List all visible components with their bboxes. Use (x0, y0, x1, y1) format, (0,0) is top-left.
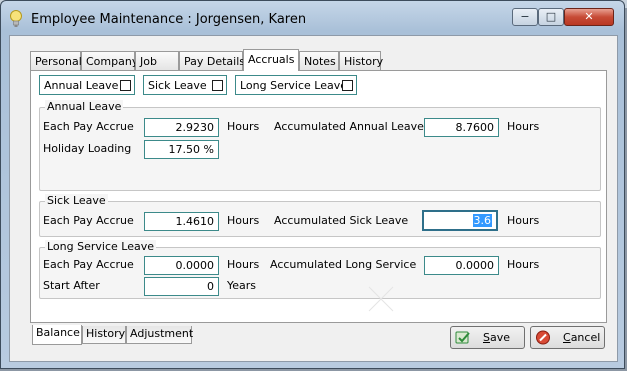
start-after-label: Start After (43, 279, 100, 292)
save-icon (455, 331, 470, 344)
tab-label: Adjustment (130, 327, 194, 340)
annual-leave-group: Annual Leave Each Pay Accrue 2.9230 Hour… (39, 100, 601, 191)
tab-label: Pay Details (184, 55, 246, 68)
accumulated-long-service-label: Accumulated Long Service (270, 258, 417, 271)
lightbulb-icon (10, 10, 22, 27)
tab-label: Notes (304, 55, 336, 68)
accumulated-sick-leave-label: Accumulated Sick Leave (274, 214, 409, 227)
sick-each-pay-accrue-field[interactable]: 1.4610 (144, 212, 219, 231)
long-service-leave-checkbox-label: Long Service Leave (240, 79, 347, 92)
accumulated-annual-leave-label: Accumulated Annual Leave (274, 120, 424, 133)
holiday-loading-field[interactable]: 17.50 % (144, 140, 219, 159)
tab-label: History (344, 55, 384, 68)
close-icon: ✕ (584, 10, 594, 23)
close-button[interactable]: ✕ (564, 8, 614, 26)
tab-label: Accruals (248, 53, 295, 66)
long-service-leave-checkbox[interactable]: Long Service Leave (235, 75, 357, 95)
long-service-leave-group: Long Service Leave Each Pay Accrue 0.000… (39, 240, 601, 299)
maximize-icon: □ (545, 10, 557, 23)
tab-pay-details[interactable]: Pay Details (179, 51, 246, 71)
cancel-button[interactable]: Cancel (530, 326, 605, 349)
sick-leave-checkbox-label: Sick Leave (148, 79, 207, 92)
lsl-hours-label: Hours (227, 258, 260, 271)
accumulated-sick-hours-label: Hours (507, 214, 540, 227)
tab-label: Job (140, 55, 157, 68)
tab-label: Company (86, 55, 139, 68)
holiday-loading-label: Holiday Loading (43, 142, 132, 155)
tab-label: Personal (35, 55, 82, 68)
sick-hours-label: Hours (227, 214, 260, 227)
sick-leave-group: Sick Leave Each Pay Accrue 1.4610 Hours … (39, 194, 601, 237)
employee-maintenance-window: Employee Maintenance : Jorgensen, Karen … (0, 0, 625, 369)
annual-leave-checkbox[interactable]: Annual Leave (39, 75, 135, 95)
accumulated-lsl-hours-label: Hours (507, 258, 540, 271)
accruals-tab-page: Annual Leave Sick Leave Long Service Lea… (30, 70, 607, 323)
selected-text: 3.6 (472, 214, 492, 227)
tab-label: History (86, 327, 126, 340)
accumulated-annual-leave-field[interactable]: 8.7600 (424, 118, 499, 137)
window-title: Employee Maintenance : Jorgensen, Karen (31, 12, 307, 27)
save-button-label: Save (483, 331, 511, 344)
start-after-field[interactable]: 0 (144, 277, 219, 296)
checkbox-box-icon[interactable] (212, 80, 223, 91)
sick-each-pay-accrue-label: Each Pay Accrue (43, 214, 134, 227)
cancel-button-label: Cancel (563, 331, 601, 344)
annual-hours-label: Hours (227, 120, 260, 133)
checkbox-box-icon[interactable] (342, 80, 353, 91)
tab-history[interactable]: History (339, 51, 384, 71)
tab-bottom-history[interactable]: History (82, 326, 126, 344)
years-label: Years (227, 279, 257, 292)
tab-label: Balance (36, 326, 80, 339)
checkbox-box-icon[interactable] (120, 80, 131, 91)
annual-each-pay-accrue-label: Each Pay Accrue (43, 120, 134, 133)
accumulated-long-service-field[interactable]: 0.0000 (424, 256, 499, 275)
minimize-button[interactable]: − (512, 8, 538, 26)
annual-leave-checkbox-label: Annual Leave (44, 79, 119, 92)
tab-company[interactable]: Company (81, 51, 139, 71)
tab-balance[interactable]: Balance (32, 325, 82, 345)
dialog-client-area: Personal Company Job Pay Details Accrual… (9, 35, 618, 362)
tab-accruals[interactable]: Accruals (243, 49, 299, 71)
maximize-button[interactable]: □ (538, 8, 564, 26)
cancel-icon (536, 330, 550, 345)
accumulated-annual-hours-label: Hours (507, 120, 540, 133)
accumulated-sick-leave-field[interactable]: 3.6 (422, 210, 498, 231)
tab-personal[interactable]: Personal (30, 51, 82, 71)
annual-each-pay-accrue-field[interactable]: 2.9230 (144, 118, 219, 137)
title-bar[interactable]: Employee Maintenance : Jorgensen, Karen … (1, 1, 624, 35)
tab-job[interactable]: Job (135, 51, 179, 71)
sick-leave-group-title: Sick Leave (45, 194, 108, 207)
faint-cross-mark (368, 286, 394, 312)
long-service-leave-group-title: Long Service Leave (45, 240, 156, 253)
tab-adjustment[interactable]: Adjustment (126, 326, 194, 344)
minimize-icon: − (520, 10, 530, 23)
lsl-each-pay-accrue-label: Each Pay Accrue (43, 258, 134, 271)
save-button[interactable]: Save (450, 326, 525, 349)
lsl-each-pay-accrue-field[interactable]: 0.0000 (144, 256, 219, 275)
tab-notes[interactable]: Notes (299, 51, 339, 71)
sick-leave-checkbox[interactable]: Sick Leave (143, 75, 227, 95)
annual-leave-group-title: Annual Leave (45, 100, 124, 113)
